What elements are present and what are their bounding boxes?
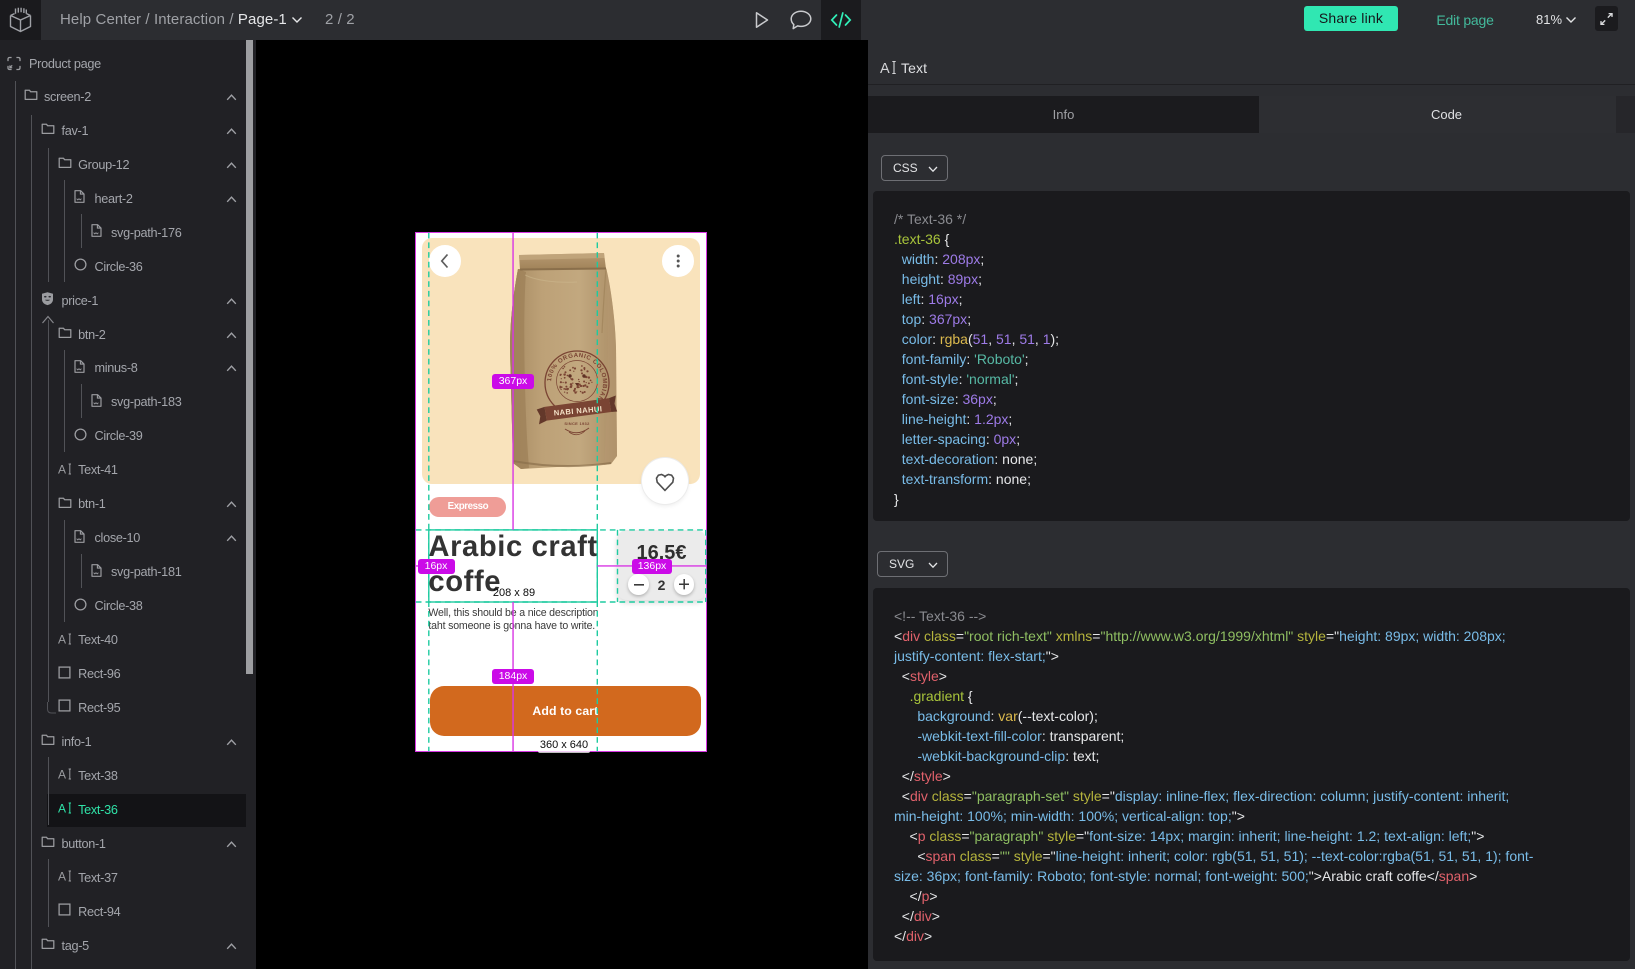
svg-text:A: A: [58, 633, 66, 645]
svg-text:A: A: [58, 802, 66, 814]
svg-text:A: A: [58, 463, 66, 475]
svg-text:A: A: [58, 870, 66, 882]
svg-text:A: A: [880, 61, 890, 75]
svg-text:A: A: [58, 768, 66, 780]
